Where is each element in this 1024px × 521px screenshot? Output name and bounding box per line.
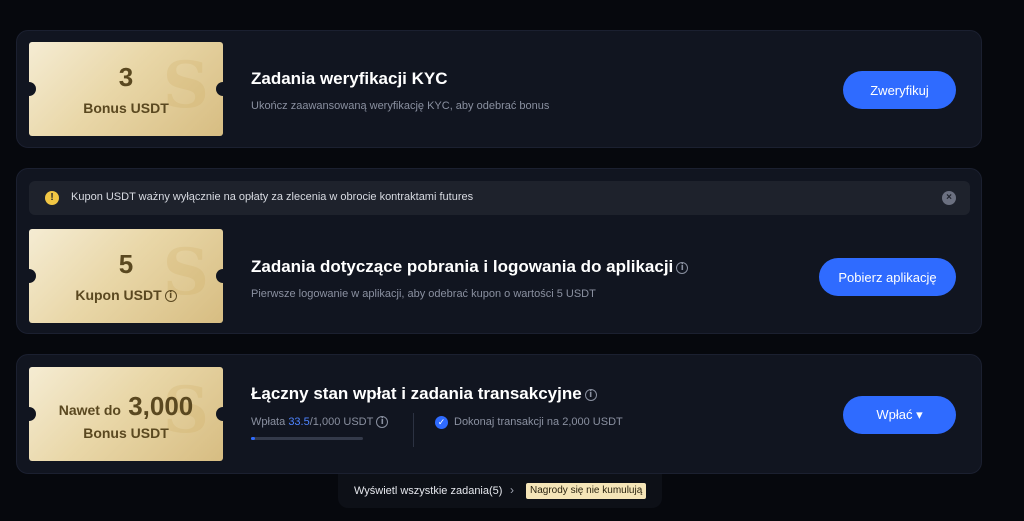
task-description: Ukończ zaawansowaną weryfikację KYC, aby… xyxy=(251,100,550,112)
task-title-row: Łączny stan wpłat i zadania transakcyjne… xyxy=(251,384,597,404)
task-title: Łączny stan wpłat i zadania transakcyjne xyxy=(251,384,582,403)
view-all-tasks-link[interactable]: Wyświetl wszystkie zadania(5) xyxy=(354,485,502,497)
info-icon[interactable]: i xyxy=(676,261,689,274)
ticket-label: Bonus USDT xyxy=(83,100,169,116)
deposit-current: 33.5 xyxy=(288,416,310,428)
info-icon[interactable]: i xyxy=(376,416,389,429)
deposit-label: Wpłata xyxy=(251,416,286,428)
coupon-notice: ! Kupon USDT ważny wyłącznie na opłaty z… xyxy=(29,181,970,215)
task-title-row: Zadania dotyczące pobrania i logowania d… xyxy=(251,257,689,277)
download-app-button[interactable]: Pobierz aplikację xyxy=(819,258,956,296)
ticket-amount: 3 xyxy=(118,62,134,92)
deposit-button[interactable]: Wpłać ▾ xyxy=(843,396,956,434)
ticket-label: Bonus USDT xyxy=(83,425,169,441)
notice-text: Kupon USDT ważny wyłącznie na opłaty za … xyxy=(71,191,474,203)
task-description: Pierwsze logowanie w aplikacji, aby odeb… xyxy=(251,288,596,300)
bonus-ticket: S Nawet do 3,000 Bonus USDT xyxy=(29,367,223,461)
deposit-progress-fill xyxy=(251,437,256,440)
deposit-progress-label: Wpłata 33.5/1,000 USDT i xyxy=(251,416,389,429)
task-title: Zadania weryfikacji KYC xyxy=(251,69,448,88)
chevron-right-icon[interactable]: › xyxy=(510,483,514,497)
task-card-kyc: S 3 Bonus USDT Zadania weryfikacji KYC U… xyxy=(16,30,982,148)
coupon-ticket: S 5 Kupon USDT i xyxy=(29,229,223,323)
ticket-amount-row: Nawet do 3,000 xyxy=(29,391,223,422)
deposit-target: /1,000 USDT xyxy=(309,416,374,428)
divider xyxy=(413,413,414,447)
info-icon[interactable]: i xyxy=(584,388,597,401)
ticket-amount: 3,000 xyxy=(128,391,194,421)
view-all-bar: Wyświetl wszystkie zadania(5) › Nagrody … xyxy=(338,474,662,508)
task-card-app: ! Kupon USDT ważny wyłącznie na opłaty z… xyxy=(16,168,982,334)
verify-button[interactable]: Zweryfikuj xyxy=(843,71,956,109)
ticket-label: Kupon USDT xyxy=(75,287,162,303)
ticket-amount: 5 xyxy=(118,249,134,279)
info-icon[interactable]: i xyxy=(164,290,177,303)
ticket-label-row: Kupon USDT i xyxy=(29,287,223,303)
check-icon: ✓ xyxy=(435,416,448,429)
task-card-deposit: S Nawet do 3,000 Bonus USDT Łączny stan … xyxy=(16,354,982,474)
trade-task-text: Dokonaj transakcji na 2,000 USDT xyxy=(454,416,623,428)
no-stacking-badge: Nagrody się nie kumulują xyxy=(526,483,647,499)
warning-icon: ! xyxy=(45,191,59,205)
close-icon[interactable]: × xyxy=(942,191,956,205)
bonus-ticket: S 3 Bonus USDT xyxy=(29,42,223,136)
task-title: Zadania dotyczące pobrania i logowania d… xyxy=(251,257,674,276)
ticket-prefix: Nawet do xyxy=(58,402,121,418)
deposit-progress-bar xyxy=(251,437,363,440)
